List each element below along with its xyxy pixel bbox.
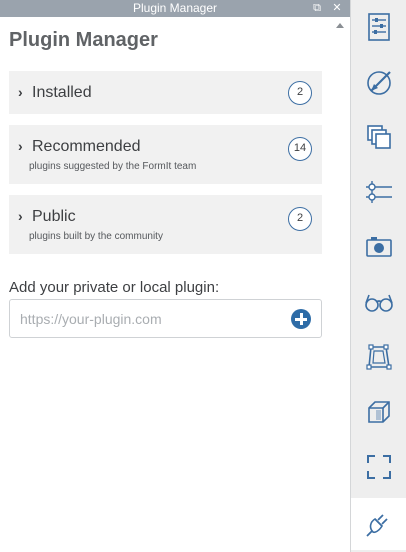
count-badge: 2 (288, 207, 312, 231)
chevron-right-icon: › (18, 138, 23, 154)
restore-icon[interactable]: ⧉ (310, 0, 324, 17)
panel-title: Plugin Manager (9, 29, 158, 51)
add-plugin-button[interactable] (291, 309, 311, 329)
toolbar-plugins[interactable] (351, 498, 406, 550)
toolbar-properties[interactable] (357, 5, 401, 49)
toolbar-fit-view[interactable] (357, 445, 401, 489)
close-icon[interactable]: ✕ (330, 0, 344, 17)
plugin-url-box (9, 299, 322, 338)
visual-styles-icon (365, 294, 393, 312)
plugin-icon (366, 514, 388, 537)
section-name: Public (32, 208, 76, 225)
toolbar-visual-styles[interactable] (357, 280, 401, 324)
scenes-icon (366, 237, 392, 257)
toolbar-scenes[interactable] (357, 225, 401, 269)
section-name: Installed (32, 84, 92, 101)
toolbar-levels[interactable] (357, 170, 401, 214)
count-badge: 14 (288, 137, 312, 161)
groups-icon (366, 344, 392, 370)
components-icon (368, 401, 390, 423)
title-bar: Plugin Manager ⧉ ✕ (0, 0, 350, 17)
chevron-right-icon: › (18, 208, 23, 224)
section-subtitle: plugins suggested by the FormIt team (29, 161, 197, 172)
plugin-panel: Plugin Manager › Installed 2 › Recommend… (0, 17, 332, 552)
section-name: Recommended (32, 138, 141, 155)
toolbar-groups[interactable] (357, 335, 401, 379)
toolbar-materials[interactable] (357, 60, 401, 104)
properties-icon (368, 13, 390, 41)
right-toolbar (350, 0, 406, 552)
section-installed[interactable]: › Installed 2 (9, 71, 322, 114)
section-public[interactable]: › Public plugins built by the community … (9, 195, 322, 254)
plugin-manager-window: Plugin Manager ⧉ ✕ Plugin Manager › Inst… (0, 0, 406, 552)
layers-icon (367, 125, 391, 149)
toolbar-layers[interactable] (357, 115, 401, 159)
toolbar-components[interactable] (357, 390, 401, 434)
levels-icon (366, 181, 392, 203)
section-subtitle: plugins built by the community (29, 231, 163, 242)
add-plugin-label: Add your private or local plugin: (9, 279, 220, 296)
scrollbar[interactable] (332, 17, 350, 552)
count-badge: 2 (288, 81, 312, 105)
window-title: Plugin Manager (132, 1, 218, 15)
fit-view-icon (367, 455, 391, 479)
plugin-url-input[interactable] (20, 309, 280, 329)
section-recommended[interactable]: › Recommended plugins suggested by the F… (9, 125, 322, 184)
materials-icon (367, 71, 391, 95)
chevron-right-icon: › (18, 84, 23, 100)
scroll-up-arrow[interactable] (336, 23, 344, 28)
